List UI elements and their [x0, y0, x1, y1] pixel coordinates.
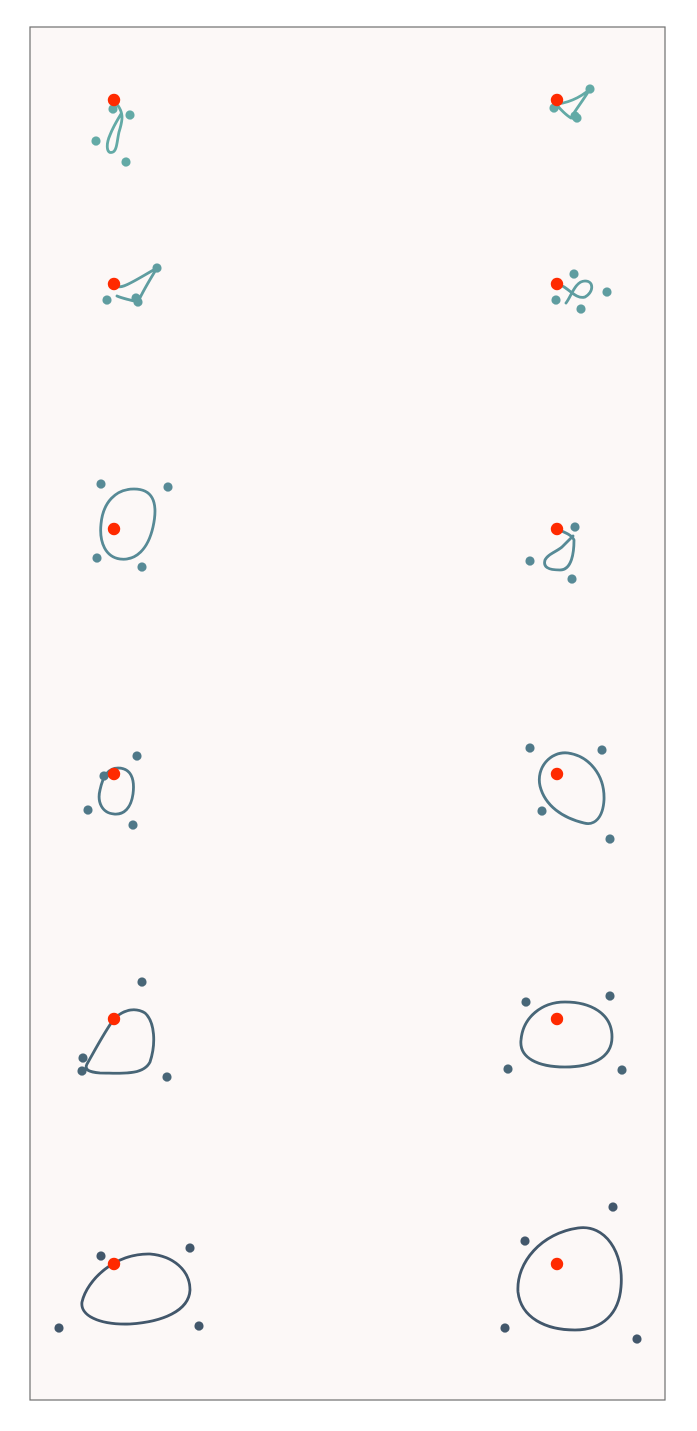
control-point: [605, 834, 615, 844]
control-point: [78, 1053, 88, 1063]
control-point: [91, 136, 101, 146]
anchor-point: [550, 1012, 564, 1026]
control-point: [77, 1066, 87, 1076]
control-point: [525, 556, 535, 566]
control-point: [576, 304, 586, 314]
anchor-point: [107, 93, 121, 107]
control-point: [125, 110, 135, 120]
control-point: [121, 157, 131, 167]
control-point: [525, 743, 535, 753]
control-point: [570, 111, 580, 121]
control-point: [551, 295, 561, 305]
control-point: [132, 751, 142, 761]
anchor-point: [107, 277, 121, 291]
anchor-point: [550, 277, 564, 291]
control-point: [194, 1321, 204, 1331]
control-point: [608, 1202, 618, 1212]
control-point: [102, 295, 112, 305]
control-point: [597, 745, 607, 755]
control-point: [500, 1323, 510, 1333]
anchor-point: [107, 767, 121, 781]
anchor-point: [107, 1257, 121, 1271]
anchor-point: [550, 93, 564, 107]
control-point: [605, 991, 615, 1001]
control-point: [617, 1065, 627, 1075]
control-point: [520, 1236, 530, 1246]
control-point: [128, 820, 138, 830]
control-point: [99, 771, 109, 781]
control-point: [585, 84, 595, 94]
anchor-point: [550, 522, 564, 536]
control-point: [185, 1243, 195, 1253]
control-point: [570, 522, 580, 532]
control-point: [521, 997, 531, 1007]
control-point: [96, 1251, 106, 1261]
control-point: [569, 269, 579, 279]
control-point: [54, 1323, 64, 1333]
control-point: [162, 1072, 172, 1082]
control-point: [602, 287, 612, 297]
anchor-point: [107, 1012, 121, 1026]
control-point: [503, 1064, 513, 1074]
control-point: [632, 1334, 642, 1344]
control-point: [83, 805, 93, 815]
control-point: [537, 806, 547, 816]
control-point: [567, 574, 577, 584]
control-point: [131, 293, 141, 303]
anchor-point: [107, 522, 121, 536]
control-point: [163, 482, 173, 492]
control-point: [152, 263, 162, 273]
anchor-point: [550, 1257, 564, 1271]
control-point: [137, 977, 147, 987]
control-point: [92, 553, 102, 563]
diagram-canvas: [29, 26, 666, 1401]
control-point: [137, 562, 147, 572]
anchor-point: [550, 767, 564, 781]
control-point: [96, 479, 106, 489]
panel-frame: [29, 26, 666, 1401]
